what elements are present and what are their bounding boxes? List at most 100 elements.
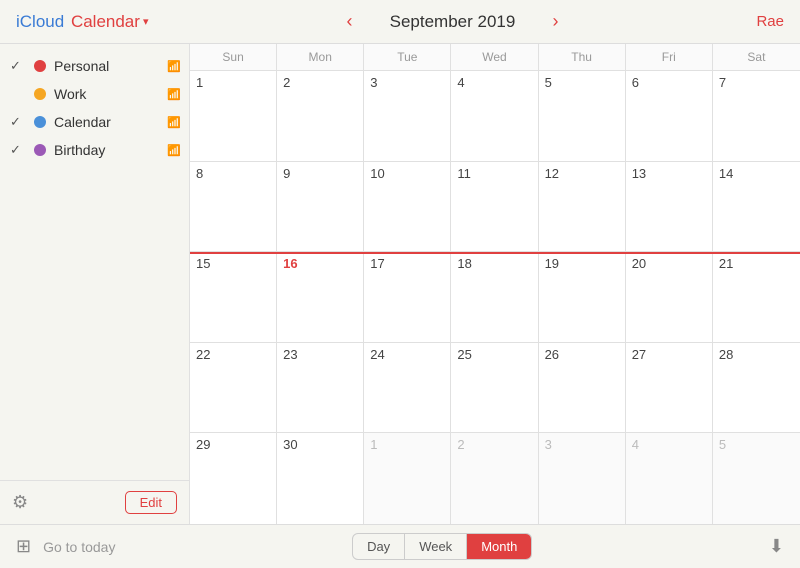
personal-check: ✓ xyxy=(10,58,26,74)
user-name[interactable]: Rae xyxy=(756,13,784,30)
day-header-tue: Tue xyxy=(364,44,451,70)
calendar-cell-4-6[interactable]: 5 xyxy=(713,433,800,524)
day-number: 3 xyxy=(545,437,552,452)
sidebar-item-calendar[interactable]: ✓Calendar📶 xyxy=(0,108,189,136)
day-number: 3 xyxy=(370,75,377,90)
settings-icon[interactable]: ⚙ xyxy=(12,492,28,513)
day-number: 11 xyxy=(457,166,471,181)
calendar-cell-2-6[interactable]: 21 xyxy=(713,252,800,342)
day-number: 12 xyxy=(545,166,559,181)
calendar-area: SunMonTueWedThuFriSat 123456789101112131… xyxy=(190,44,800,524)
calendar-cell-1-4[interactable]: 12 xyxy=(539,162,626,252)
calendar-cell-2-0[interactable]: 15 xyxy=(190,252,277,342)
view-btn-week[interactable]: Week xyxy=(405,534,467,559)
work-share-icon[interactable]: 📶 xyxy=(167,88,181,101)
main-content: ✓Personal📶Work📶✓Calendar📶✓Birthday📶 ⚙ Ed… xyxy=(0,44,800,524)
calendar-dot xyxy=(34,116,46,128)
calendar-cell-1-1[interactable]: 9 xyxy=(277,162,364,252)
birthday-dot xyxy=(34,144,46,156)
go-today-label[interactable]: Go to today xyxy=(43,539,115,555)
day-number: 19 xyxy=(545,256,559,271)
work-label: Work xyxy=(54,86,163,102)
calendar-cell-1-2[interactable]: 10 xyxy=(364,162,451,252)
calendar-share-icon[interactable]: 📶 xyxy=(167,116,181,129)
day-number: 1 xyxy=(370,437,377,452)
personal-share-icon[interactable]: 📶 xyxy=(167,60,181,73)
calendar-week-1: 8 9 10 11 12 13 14 xyxy=(190,162,800,253)
day-number: 1 xyxy=(196,75,203,90)
calendar-cell-3-3[interactable]: 25 xyxy=(451,343,538,433)
calendar-cell-4-1[interactable]: 30 xyxy=(277,433,364,524)
calendar-cell-0-3[interactable]: 4 xyxy=(451,71,538,161)
calendar-cell-3-2[interactable]: 24 xyxy=(364,343,451,433)
sidebar-item-birthday[interactable]: ✓Birthday📶 xyxy=(0,136,189,164)
day-number: 9 xyxy=(283,166,290,181)
calendar-cell-2-4[interactable]: 19 xyxy=(539,252,626,342)
calendar-cell-3-0[interactable]: 22 xyxy=(190,343,277,433)
day-number: 8 xyxy=(196,166,203,181)
work-dot xyxy=(34,88,46,100)
calendar-cell-1-6[interactable]: 14 xyxy=(713,162,800,252)
calendar-cell-2-5[interactable]: 20 xyxy=(626,252,713,342)
day-number: 15 xyxy=(196,256,210,271)
calendar-cell-1-0[interactable]: 8 xyxy=(190,162,277,252)
calendar-cell-0-6[interactable]: 7 xyxy=(713,71,800,161)
calendar-cell-4-3[interactable]: 2 xyxy=(451,433,538,524)
calendar-list: ✓Personal📶Work📶✓Calendar📶✓Birthday📶 xyxy=(0,44,189,480)
calendar-cell-2-2[interactable]: 17 xyxy=(364,252,451,342)
sidebar: ✓Personal📶Work📶✓Calendar📶✓Birthday📶 ⚙ Ed… xyxy=(0,44,190,524)
calendar-cell-4-2[interactable]: 1 xyxy=(364,433,451,524)
calendar-cell-3-5[interactable]: 27 xyxy=(626,343,713,433)
calendar-cell-2-3[interactable]: 18 xyxy=(451,252,538,342)
view-btn-month[interactable]: Month xyxy=(467,534,531,559)
day-header-mon: Mon xyxy=(277,44,364,70)
view-switcher: DayWeekMonth xyxy=(352,533,532,560)
calendar-cell-0-4[interactable]: 5 xyxy=(539,71,626,161)
day-number: 22 xyxy=(196,347,210,362)
calendar-cell-4-5[interactable]: 4 xyxy=(626,433,713,524)
calendar-cell-1-3[interactable]: 11 xyxy=(451,162,538,252)
day-number: 7 xyxy=(719,75,726,90)
calendar-cell-0-2[interactable]: 3 xyxy=(364,71,451,161)
day-number: 17 xyxy=(370,256,384,271)
bottom-toolbar: ⊞ Go to today DayWeekMonth ⬇ xyxy=(0,524,800,568)
view-btn-day[interactable]: Day xyxy=(353,534,405,559)
calendar-cell-0-5[interactable]: 6 xyxy=(626,71,713,161)
calendar-cell-0-0[interactable]: 1 xyxy=(190,71,277,161)
calendar-dropdown-arrow[interactable]: ▾ xyxy=(143,15,149,28)
calendar-cell-1-5[interactable]: 13 xyxy=(626,162,713,252)
app-title[interactable]: iCloud Calendar ▾ xyxy=(16,12,148,32)
calendar-cell-3-4[interactable]: 26 xyxy=(539,343,626,433)
calendar-check: ✓ xyxy=(10,114,26,130)
day-headers: SunMonTueWedThuFriSat xyxy=(190,44,800,71)
prev-month-button[interactable]: ‹ xyxy=(340,9,358,34)
calendar-cell-3-1[interactable]: 23 xyxy=(277,343,364,433)
day-number: 28 xyxy=(719,347,733,362)
next-month-button[interactable]: › xyxy=(546,9,564,34)
sidebar-footer: ⚙ Edit xyxy=(0,480,189,524)
day-number: 14 xyxy=(719,166,733,181)
calendar-grid-icon[interactable]: ⊞ xyxy=(16,536,31,557)
day-number: 23 xyxy=(283,347,297,362)
calendar-cell-2-1[interactable]: 16 xyxy=(277,252,364,342)
sidebar-item-work[interactable]: Work 📶 xyxy=(0,80,189,108)
day-header-wed: Wed xyxy=(451,44,538,70)
day-number: 16 xyxy=(283,256,297,271)
day-number: 27 xyxy=(632,347,646,362)
day-number: 26 xyxy=(545,347,559,362)
calendar-cell-4-4[interactable]: 3 xyxy=(539,433,626,524)
edit-button[interactable]: Edit xyxy=(125,491,177,514)
birthday-check: ✓ xyxy=(10,142,26,158)
download-icon[interactable]: ⬇ xyxy=(769,536,784,557)
day-number: 18 xyxy=(457,256,471,271)
birthday-share-icon[interactable]: 📶 xyxy=(167,144,181,157)
day-header-sat: Sat xyxy=(713,44,800,70)
calendar-cell-3-6[interactable]: 28 xyxy=(713,343,800,433)
sidebar-item-personal[interactable]: ✓Personal📶 xyxy=(0,52,189,80)
day-number: 2 xyxy=(457,437,464,452)
calendar-cell-0-1[interactable]: 2 xyxy=(277,71,364,161)
day-number: 20 xyxy=(632,256,646,271)
day-number: 2 xyxy=(283,75,290,90)
calendar-cell-4-0[interactable]: 29 xyxy=(190,433,277,524)
calendar-week-3: 22 23 2425 26 27 28 xyxy=(190,343,800,434)
